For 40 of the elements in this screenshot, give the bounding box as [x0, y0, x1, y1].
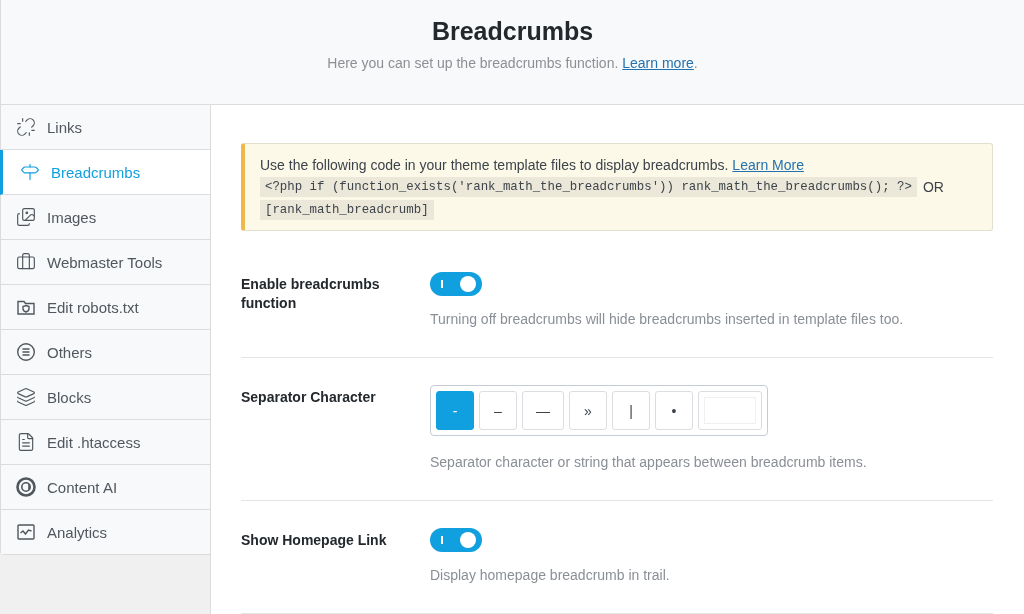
sidebar-tab[interactable]: Others	[0, 330, 210, 375]
sidebar-tab[interactable]: Images	[0, 195, 210, 240]
sidebar-tab[interactable]: Blocks	[0, 375, 210, 420]
sidebar-tab[interactable]: Content AI	[0, 465, 210, 510]
toggle-switch[interactable]	[430, 272, 482, 296]
learn-more-link[interactable]: Learn more	[622, 55, 694, 71]
document-icon	[16, 432, 36, 452]
ring-logo-icon	[16, 477, 36, 497]
shortcode-snippet: [rank_math_breadcrumb]	[260, 200, 434, 220]
separator-option[interactable]: |	[612, 391, 650, 430]
toggle-switch[interactable]	[430, 528, 482, 552]
setting-label: Separator Character	[241, 388, 377, 407]
learn-more-link[interactable]: Learn More	[732, 157, 804, 173]
code-snippet: <?php if (function_exists('rank_math_the_breadcrumbs')) rank_math_the_breadcrumbs(); ?>	[260, 177, 917, 197]
separator-option[interactable]: »	[569, 391, 607, 430]
setting-label: Enable breadcrumbs function	[241, 275, 381, 313]
or-text: OR	[922, 179, 944, 195]
custom-separator-field[interactable]	[698, 391, 762, 430]
separator-option[interactable]: –	[479, 391, 517, 430]
page-description: Here you can set up the breadcrumbs function. Learn more.	[327, 54, 698, 73]
layers-icon	[16, 387, 36, 407]
setting-description: Turning off breadcrumbs will hide breadcrumbs inserted in template files too.	[430, 310, 904, 329]
sidebar-tab[interactable]: Edit robots.txt	[0, 285, 210, 330]
setting-label: Show Homepage Link	[241, 531, 388, 550]
sidebar-tab[interactable]: Webmaster Tools	[0, 240, 210, 285]
sidebar-tab[interactable]: Links	[0, 105, 210, 150]
notice-text: Use the following code in your theme template files to display breadcrumbs. Learn More	[260, 156, 805, 175]
broken-link-icon	[16, 117, 36, 137]
sidebar-tab[interactable]: Edit .htaccess	[0, 420, 210, 465]
setting-description: Separator character or string that appears between breadcrumb items.	[430, 453, 867, 472]
page-title: Breadcrumbs	[431, 16, 594, 47]
signpost-icon	[20, 162, 40, 182]
line-chart-icon	[16, 522, 36, 542]
setting-description: Display homepage breadcrumb in trail.	[430, 566, 670, 585]
separator-option[interactable]: •	[655, 391, 693, 430]
list-circle-icon	[16, 342, 36, 362]
sidebar-tab[interactable]: Analytics	[0, 510, 210, 555]
images-icon	[16, 207, 36, 227]
briefcase-icon	[16, 252, 36, 272]
separator-option[interactable]: —	[522, 391, 564, 430]
